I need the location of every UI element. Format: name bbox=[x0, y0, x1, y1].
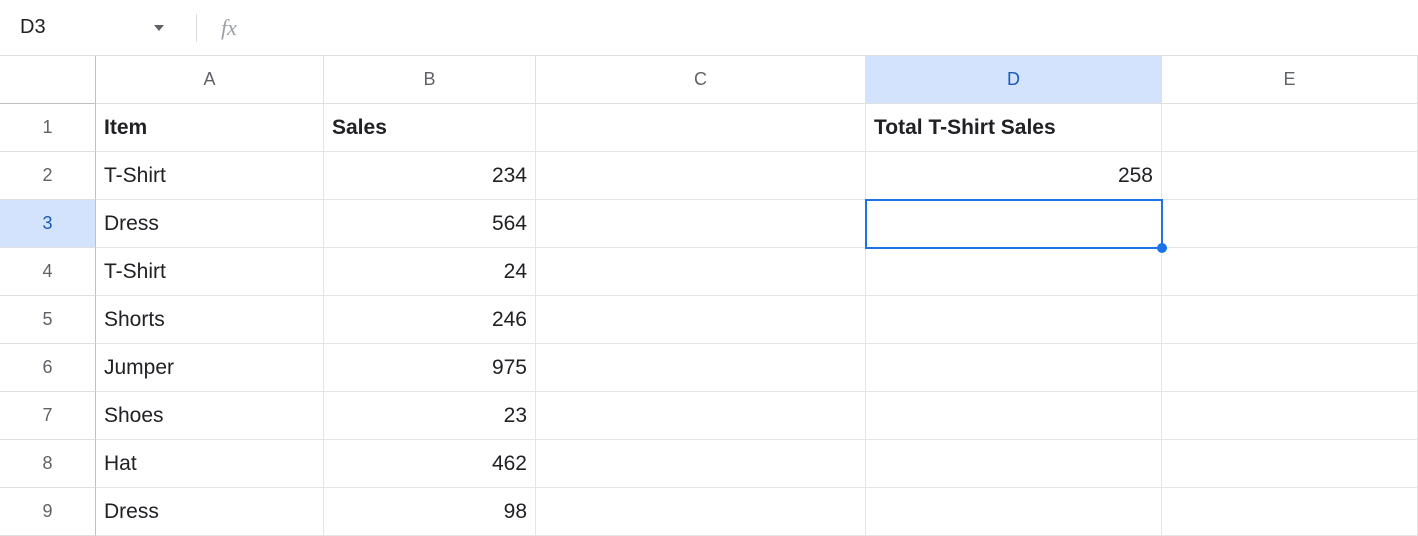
row-header-5[interactable]: 5 bbox=[0, 296, 96, 344]
cell-D9[interactable] bbox=[866, 488, 1162, 536]
cell-D1[interactable]: Total T-Shirt Sales bbox=[866, 104, 1162, 152]
cell-D8[interactable] bbox=[866, 440, 1162, 488]
cell-E3[interactable] bbox=[1162, 200, 1418, 248]
cell-D5[interactable] bbox=[866, 296, 1162, 344]
spreadsheet-grid: A B C D E 1 Item Sales Total T-Shirt Sal… bbox=[0, 56, 1418, 536]
select-all-corner[interactable] bbox=[0, 56, 96, 104]
cell-E7[interactable] bbox=[1162, 392, 1418, 440]
row-header-3[interactable]: 3 bbox=[0, 200, 96, 248]
cell-A8[interactable]: Hat bbox=[96, 440, 324, 488]
cell-C4[interactable] bbox=[536, 248, 866, 296]
row-header-2[interactable]: 2 bbox=[0, 152, 96, 200]
cell-C8[interactable] bbox=[536, 440, 866, 488]
cell-A1[interactable]: Item bbox=[96, 104, 324, 152]
cell-E2[interactable] bbox=[1162, 152, 1418, 200]
row-header-6[interactable]: 6 bbox=[0, 344, 96, 392]
cell-B5[interactable]: 246 bbox=[324, 296, 536, 344]
cell-B1[interactable]: Sales bbox=[324, 104, 536, 152]
col-header-D[interactable]: D bbox=[866, 56, 1162, 104]
cell-E4[interactable] bbox=[1162, 248, 1418, 296]
name-box-value: D3 bbox=[20, 16, 144, 39]
cell-C9[interactable] bbox=[536, 488, 866, 536]
cell-B4[interactable]: 24 bbox=[324, 248, 536, 296]
cell-D7[interactable] bbox=[866, 392, 1162, 440]
chevron-down-icon[interactable] bbox=[154, 25, 164, 31]
cell-D2[interactable]: 258 bbox=[866, 152, 1162, 200]
cell-C7[interactable] bbox=[536, 392, 866, 440]
formula-input[interactable] bbox=[253, 0, 1406, 55]
fill-handle[interactable] bbox=[1157, 243, 1167, 253]
col-header-B[interactable]: B bbox=[324, 56, 536, 104]
divider bbox=[196, 14, 197, 42]
cell-E6[interactable] bbox=[1162, 344, 1418, 392]
cell-C1[interactable] bbox=[536, 104, 866, 152]
cell-B8[interactable]: 462 bbox=[324, 440, 536, 488]
cell-A5[interactable]: Shorts bbox=[96, 296, 324, 344]
row-header-4[interactable]: 4 bbox=[0, 248, 96, 296]
row-header-9[interactable]: 9 bbox=[0, 488, 96, 536]
cell-A6[interactable]: Jumper bbox=[96, 344, 324, 392]
cell-E8[interactable] bbox=[1162, 440, 1418, 488]
cell-B6[interactable]: 975 bbox=[324, 344, 536, 392]
cell-E1[interactable] bbox=[1162, 104, 1418, 152]
row-header-7[interactable]: 7 bbox=[0, 392, 96, 440]
cell-A4[interactable]: T-Shirt bbox=[96, 248, 324, 296]
cell-A2[interactable]: T-Shirt bbox=[96, 152, 324, 200]
cell-B9[interactable]: 98 bbox=[324, 488, 536, 536]
formula-bar-row: D3 fx bbox=[0, 0, 1418, 56]
cell-B2[interactable]: 234 bbox=[324, 152, 536, 200]
cell-E9[interactable] bbox=[1162, 488, 1418, 536]
col-header-C[interactable]: C bbox=[536, 56, 866, 104]
cell-D6[interactable] bbox=[866, 344, 1162, 392]
col-header-A[interactable]: A bbox=[96, 56, 324, 104]
col-header-E[interactable]: E bbox=[1162, 56, 1418, 104]
cell-C5[interactable] bbox=[536, 296, 866, 344]
name-box[interactable]: D3 bbox=[12, 12, 172, 43]
row-header-1[interactable]: 1 bbox=[0, 104, 96, 152]
cell-C6[interactable] bbox=[536, 344, 866, 392]
cell-A3[interactable]: Dress bbox=[96, 200, 324, 248]
cell-A9[interactable]: Dress bbox=[96, 488, 324, 536]
cell-B7[interactable]: 23 bbox=[324, 392, 536, 440]
fx-icon: fx bbox=[221, 15, 237, 41]
cell-D4[interactable] bbox=[866, 248, 1162, 296]
cell-C2[interactable] bbox=[536, 152, 866, 200]
cell-B3[interactable]: 564 bbox=[324, 200, 536, 248]
row-header-8[interactable]: 8 bbox=[0, 440, 96, 488]
cell-D3[interactable] bbox=[866, 200, 1162, 248]
cell-C3[interactable] bbox=[536, 200, 866, 248]
cell-A7[interactable]: Shoes bbox=[96, 392, 324, 440]
cell-E5[interactable] bbox=[1162, 296, 1418, 344]
